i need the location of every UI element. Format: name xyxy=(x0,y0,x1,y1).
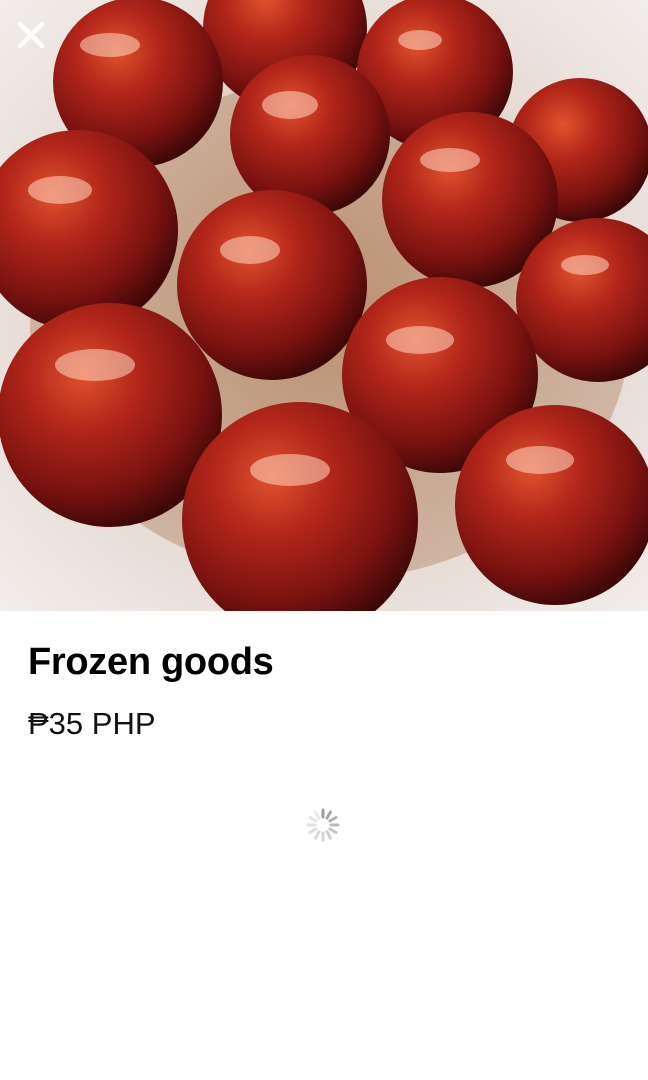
listing-price: ₱35 PHP xyxy=(28,706,156,741)
food-photo xyxy=(0,0,648,611)
listing-photo[interactable] xyxy=(0,0,648,611)
spinner-icon xyxy=(306,808,340,842)
close-button[interactable] xyxy=(10,14,52,56)
listing-title: Frozen goods xyxy=(28,641,274,683)
close-icon xyxy=(17,21,45,49)
